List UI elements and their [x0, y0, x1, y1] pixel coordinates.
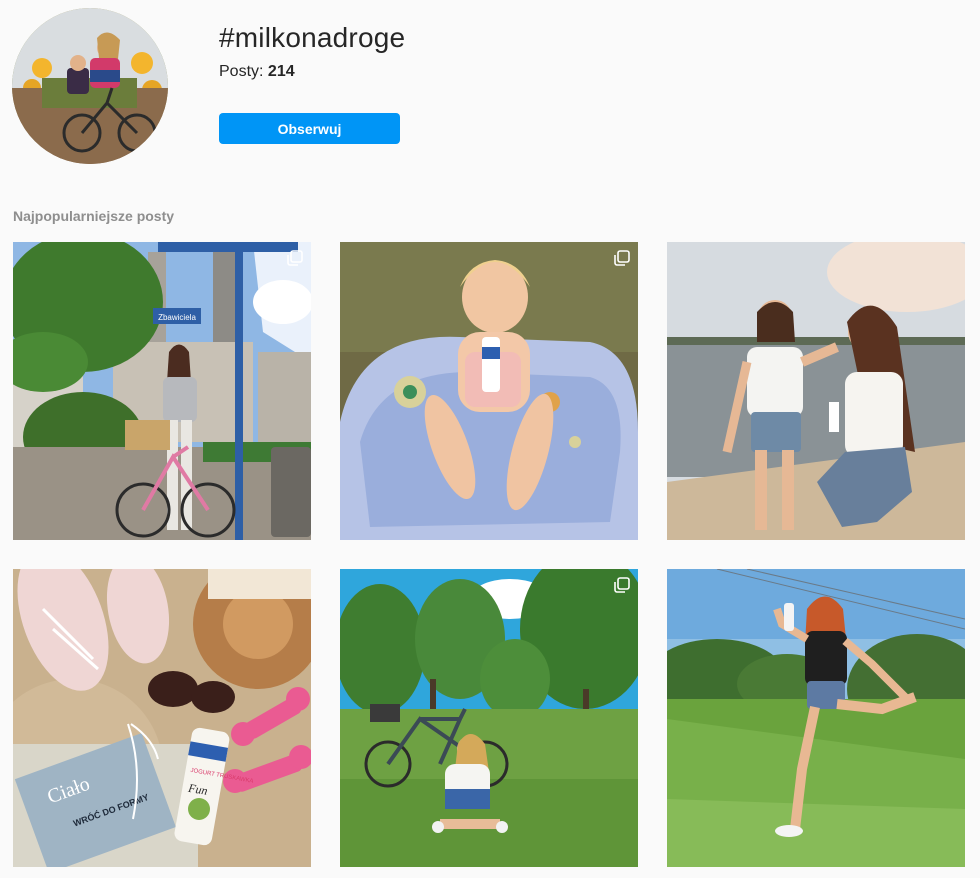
- posts-count-value: 214: [267, 63, 295, 80]
- multi-photo-icon: [614, 577, 630, 593]
- top-posts-heading: Najpopularniejsze posty: [13, 208, 175, 224]
- post-tile-4[interactable]: Ciało WRÓĆ DO FORMY JOGURT TRUSKAWKA Fun: [13, 569, 311, 867]
- post-tile-2[interactable]: [340, 242, 638, 540]
- post-5-photo: [340, 569, 638, 867]
- post-3-photo: [667, 242, 965, 540]
- post-4-photo: Ciało WRÓĆ DO FORMY JOGURT TRUSKAWKA Fun: [13, 569, 311, 867]
- post-2-photo: [340, 242, 638, 540]
- post-tile-3[interactable]: [667, 242, 965, 540]
- hashtag-title: #milkonadroge: [219, 22, 406, 53]
- multi-photo-icon: [614, 250, 630, 266]
- hashtag-avatar: [12, 8, 168, 164]
- follow-button[interactable]: Obserwuj: [219, 113, 400, 144]
- street-sign-text: Zbawiciela: [158, 313, 196, 322]
- avatar-photo: [12, 8, 168, 164]
- post-1-photo: Zbawiciela: [13, 242, 311, 540]
- post-6-photo: [667, 569, 965, 867]
- post-tile-5[interactable]: [340, 569, 638, 867]
- post-tile-1[interactable]: Zbawiciela: [13, 242, 311, 540]
- multi-photo-icon: [287, 250, 303, 266]
- posts-label: Posty:: [219, 63, 264, 80]
- posts-count: Posty: 214: [219, 63, 295, 81]
- post-tile-6[interactable]: [667, 569, 965, 867]
